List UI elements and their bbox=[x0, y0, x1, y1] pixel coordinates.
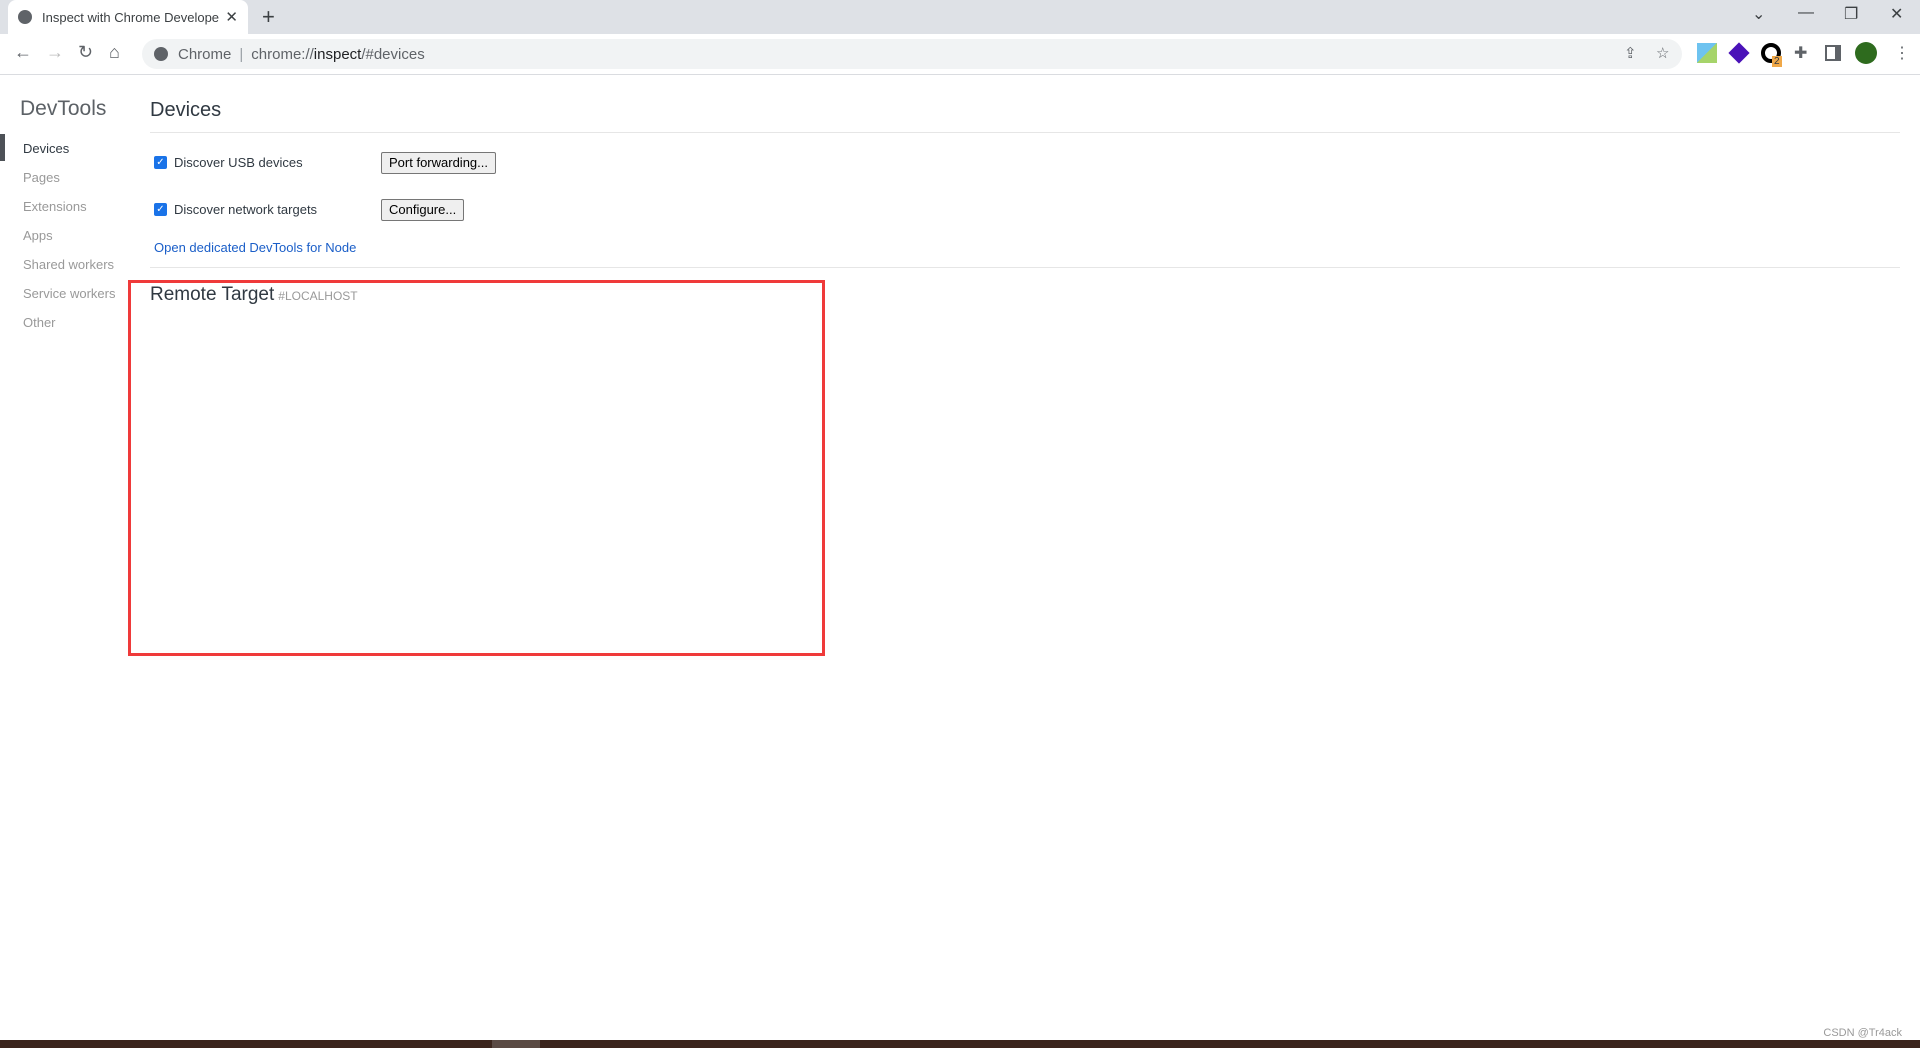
minimize-icon[interactable]: — bbox=[1798, 4, 1814, 22]
sidebar-item-pages[interactable]: Pages bbox=[23, 170, 60, 185]
highlight-box bbox=[128, 280, 825, 656]
forward-icon[interactable]: → bbox=[46, 42, 64, 63]
divider bbox=[150, 132, 1900, 133]
sidebar-item-other[interactable]: Other bbox=[23, 315, 56, 330]
side-panel-icon[interactable] bbox=[1825, 45, 1841, 61]
sidebar-title: DevTools bbox=[20, 97, 107, 120]
divider bbox=[150, 267, 1900, 268]
remote-target-heading: Remote Target #LOCALHOST bbox=[150, 284, 358, 306]
close-window-icon[interactable]: ✕ bbox=[1890, 4, 1903, 24]
tab-title: Inspect with Chrome Developer Tools bbox=[42, 9, 220, 25]
globe-icon bbox=[18, 10, 32, 24]
extension-download-icon[interactable] bbox=[1697, 43, 1717, 63]
sidebar-item-apps[interactable]: Apps bbox=[23, 228, 53, 243]
configure-button[interactable]: Configure... bbox=[381, 199, 465, 221]
port-forwarding-button[interactable]: Port forwarding... bbox=[381, 152, 496, 174]
puzzle-icon[interactable]: ✚ bbox=[1794, 43, 1814, 63]
menu-icon[interactable]: ⋮ bbox=[1894, 43, 1914, 63]
sidebar-item-devices[interactable]: Devices bbox=[23, 141, 69, 156]
tab-close-icon[interactable]: ✕ bbox=[225, 8, 238, 26]
network-row: ✓ Discover network targets bbox=[154, 202, 317, 217]
remote-target-host: #LOCALHOST bbox=[278, 289, 358, 303]
separator: | bbox=[239, 45, 244, 63]
address-bar[interactable]: Chrome | chrome://inspect/#devices ⇪ ☆ bbox=[142, 39, 1682, 69]
remote-target-title: Remote Target bbox=[150, 284, 275, 305]
sidebar-item-shared-workers[interactable]: Shared workers bbox=[23, 257, 114, 272]
discover-usb-checkbox[interactable]: ✓ bbox=[154, 156, 167, 169]
usb-row: ✓ Discover USB devices bbox=[154, 155, 303, 170]
restore-icon[interactable]: ❐ bbox=[1844, 4, 1858, 24]
toolbar: ← → ↻ ⌂ Chrome | chrome://inspect/#devic… bbox=[0, 34, 1920, 75]
home-icon[interactable]: ⌂ bbox=[109, 42, 120, 63]
chrome-icon bbox=[154, 47, 168, 61]
back-icon[interactable]: ← bbox=[14, 42, 32, 63]
watermark: CSDN @Tr4ack bbox=[1823, 1027, 1902, 1039]
star-icon[interactable]: ☆ bbox=[1656, 44, 1669, 62]
sidebar-item-service-workers[interactable]: Service workers bbox=[23, 286, 115, 301]
url-suffix: /#devices bbox=[361, 45, 425, 63]
taskbar bbox=[0, 1040, 1920, 1048]
profile-avatar[interactable] bbox=[1855, 42, 1877, 64]
page-title: Devices bbox=[150, 99, 222, 121]
extension-badge: 2 bbox=[1772, 56, 1782, 67]
selected-indicator bbox=[0, 134, 5, 161]
tab-strip: Inspect with Chrome Developer Tools ✕ + … bbox=[0, 0, 1920, 34]
share-icon[interactable]: ⇪ bbox=[1624, 44, 1637, 62]
url-host: inspect bbox=[313, 45, 362, 63]
taskbar-item[interactable] bbox=[492, 1040, 540, 1048]
origin-chip: Chrome bbox=[178, 45, 232, 63]
reload-icon[interactable]: ↻ bbox=[78, 42, 93, 63]
tab-search-icon[interactable]: ⌄ bbox=[1752, 4, 1765, 24]
new-tab-button[interactable]: + bbox=[262, 4, 275, 30]
extension-purple-icon[interactable] bbox=[1728, 42, 1750, 64]
discover-usb-label: Discover USB devices bbox=[174, 155, 303, 170]
discover-network-label: Discover network targets bbox=[174, 202, 318, 217]
url-prefix: chrome:// bbox=[251, 45, 314, 63]
node-devtools-link[interactable]: Open dedicated DevTools for Node bbox=[154, 240, 356, 255]
tab-inspect[interactable]: Inspect with Chrome Developer Tools ✕ bbox=[8, 0, 248, 34]
discover-network-checkbox[interactable]: ✓ bbox=[154, 203, 167, 216]
sidebar-item-extensions[interactable]: Extensions bbox=[23, 199, 87, 214]
